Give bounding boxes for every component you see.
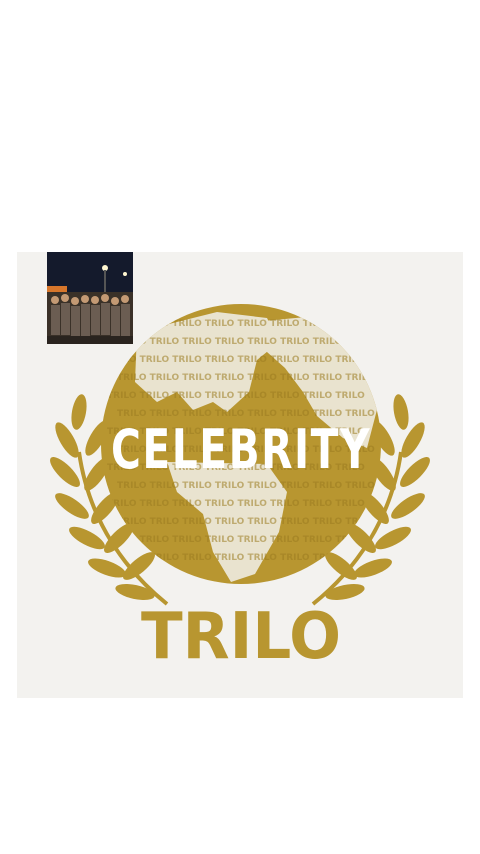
- pattern-row: TRILO TRILO TRILO TRILO TRILO TRILO TRIL…: [107, 499, 365, 509]
- pattern-row: TRILO TRILO TRILO TRILO TRILO TRILO TRIL…: [107, 355, 365, 365]
- pattern-row: TRILO TRILO TRILO TRILO TRILO TRILO TRIL…: [107, 535, 365, 545]
- pattern-row: TRILO TRILO TRILO TRILO TRILO TRILO TRIL…: [117, 373, 375, 383]
- pattern-row: TRILO TRILO TRILO TRILO TRILO TRILO TRIL…: [117, 337, 375, 347]
- crowd-photo-icon: [47, 252, 133, 344]
- pattern-row: TRILO TRILO TRILO TRILO TRILO TRILO TRIL…: [107, 391, 365, 401]
- pattern-row: TRILO TRILO TRILO TRILO TRILO TRILO TRIL…: [117, 517, 375, 527]
- pattern-row: TRILO TRILO TRILO TRILO TRILO TRILO TRIL…: [107, 319, 365, 329]
- crowd-photo-thumbnail[interactable]: [47, 252, 133, 344]
- screen: TRILO TRILO TRILO TRILO TRILO TRILO TRIL…: [0, 0, 480, 854]
- headline-text: CELEBRITY: [111, 418, 371, 481]
- pattern-row: TRILO TRILO TRILO TRILO TRILO TRILO TRIL…: [117, 481, 375, 491]
- brand-text: TRILO: [141, 600, 341, 674]
